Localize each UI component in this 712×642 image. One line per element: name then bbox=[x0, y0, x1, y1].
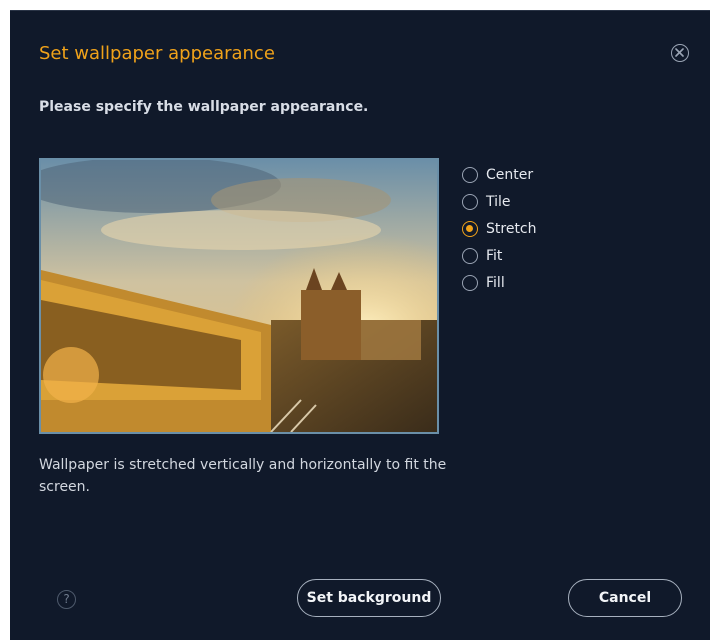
option-stretch[interactable]: Stretch bbox=[462, 215, 537, 242]
radio-center[interactable] bbox=[462, 166, 478, 183]
option-fill[interactable]: Fill bbox=[462, 269, 537, 296]
wallpaper-preview-image bbox=[39, 158, 439, 434]
set-background-button[interactable]: Set background bbox=[297, 579, 441, 617]
dialog-title: Set wallpaper appearance bbox=[39, 43, 275, 64]
appearance-options: Center Tile Stretch Fit Fill bbox=[462, 161, 537, 296]
option-fit-label: Fit bbox=[486, 247, 503, 264]
instruction-text: Please specify the wallpaper appearance. bbox=[39, 99, 369, 115]
radio-fill[interactable] bbox=[462, 274, 478, 291]
radio-tile[interactable] bbox=[462, 193, 478, 210]
option-tile-label: Tile bbox=[486, 193, 511, 210]
wallpaper-dialog: Set wallpaper appearance Please specify … bbox=[10, 10, 710, 640]
radio-stretch[interactable] bbox=[462, 220, 478, 237]
cancel-button[interactable]: Cancel bbox=[568, 579, 682, 617]
option-center-label: Center bbox=[486, 166, 534, 183]
option-fill-label: Fill bbox=[486, 274, 505, 291]
option-center[interactable]: Center bbox=[462, 161, 537, 188]
close-icon[interactable] bbox=[671, 44, 689, 62]
option-fit[interactable]: Fit bbox=[462, 242, 537, 269]
option-description: Wallpaper is stretched vertically and ho… bbox=[39, 457, 447, 495]
help-icon[interactable]: ? bbox=[57, 590, 76, 609]
radio-fit[interactable] bbox=[462, 247, 478, 264]
option-tile[interactable]: Tile bbox=[462, 188, 537, 215]
option-stretch-label: Stretch bbox=[486, 220, 537, 237]
